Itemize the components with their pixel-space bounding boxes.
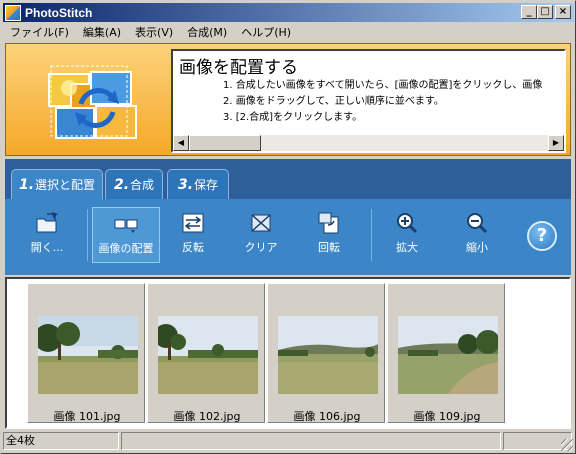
toolbar: 開く... 画像の配置 反転 クリア 回転 拡大 縮小 ? [5,199,571,275]
tool-label: 開く... [30,241,64,254]
app-icon [5,4,21,21]
arrange-images-button[interactable]: 画像の配置 [92,207,160,263]
menu-bar: ファイル(F) 編集(A) 表示(V) 合成(M) ヘルプ(H) [3,23,574,41]
instruction-title: 画像を配置する [179,58,298,78]
scroll-thumb[interactable] [189,135,261,151]
scroll-left-button[interactable]: ◀ [173,135,189,151]
photo-thumbnail [398,316,498,394]
photo-thumbnail [158,316,258,394]
tool-label: クリア [244,241,278,254]
title-bar[interactable]: PhotoStitch _ □ × [3,3,574,22]
status-pane [121,432,501,450]
status-bar: 全4枚 [3,432,574,452]
minimize-button[interactable]: _ [521,5,537,19]
stitch-logo-icon [48,65,137,139]
thumbnail-item[interactable]: 画像 106.jpg [267,283,385,423]
zoom-in-icon [397,213,418,234]
thumbnail-item[interactable]: 画像 102.jpg [147,283,265,423]
zoom-out-button[interactable]: 縮小 [447,207,507,263]
help-button[interactable]: ? [527,221,557,251]
scroll-right-button[interactable]: ▶ [548,135,564,151]
tab-label: 保存 [194,178,219,192]
open-button[interactable]: 開く... [17,207,77,263]
close-button[interactable]: × [555,5,571,19]
thumbnail-filename: 画像 102.jpg [173,410,241,423]
menu-stitch[interactable]: 合成(M) [180,24,234,40]
window-title: PhotoStitch [25,5,93,20]
image-count-status: 全4枚 [3,432,119,450]
clear-button[interactable]: クリア [231,207,291,263]
tab-number: 1. [18,176,35,193]
tab-stitch[interactable]: 2. 合成 [105,169,163,199]
zoom-out-icon [467,213,488,234]
instruction-panel: 画像を配置する 1. 合成したい画像をすべて開いたら、[画像の配置]をクリックし… [171,49,566,153]
scroll-track[interactable] [189,135,548,151]
maximize-button[interactable]: □ [537,5,553,19]
thumbnail-filename: 画像 101.jpg [53,410,121,423]
photostitch-window: PhotoStitch _ □ × ファイル(F) 編集(A) 表示(V) 合成… [0,0,576,454]
instruction-banner: 画像を配置する 1. 合成したい画像をすべて開いたら、[画像の配置]をクリックし… [5,43,571,156]
tool-label: 画像の配置 [98,242,154,255]
thumbnail-item[interactable]: 画像 109.jpg [387,283,505,423]
tool-label: 拡大 [396,241,418,254]
instruction-scrollbar[interactable]: ◀ ▶ [173,135,564,151]
menu-help[interactable]: ヘルプ(H) [234,24,298,40]
thumbnail-filename: 画像 106.jpg [293,410,361,423]
tab-save[interactable]: 3. 保存 [167,169,229,199]
menu-file[interactable]: ファイル(F) [3,24,76,40]
step-tabs: 1. 選択と配置 2. 合成 3. 保存 [5,159,571,199]
thumbnail-area[interactable]: 画像 101.jpg 画像 102.jpg 画像 106.jpg 画像 109.… [5,277,571,429]
instruction-step-1: 1. 合成したい画像をすべて開いたら、[画像の配置]をクリックし、画像 [223,80,543,91]
open-folder-icon [36,212,58,233]
flip-icon [182,213,204,233]
arrange-images-icon [114,219,138,233]
resize-grip[interactable] [561,439,573,451]
menu-view[interactable]: 表示(V) [128,24,180,40]
instruction-step-3: 3. [2.合成]をクリックします。 [223,112,363,123]
toolbar-separator [371,209,372,261]
tool-label: 回転 [318,241,340,254]
flip-button[interactable]: 反転 [163,207,223,263]
tab-label: 合成 [130,178,155,192]
tool-label: 反転 [182,241,204,254]
tab-select-arrange[interactable]: 1. 選択と配置 [11,169,103,199]
thumbnail-filename: 画像 109.jpg [413,410,481,423]
photo-thumbnail [38,316,138,394]
photo-thumbnail [278,316,378,394]
thumbnail-item[interactable]: 画像 101.jpg [27,283,145,423]
tool-label: 縮小 [466,241,488,254]
zoom-in-button[interactable]: 拡大 [377,207,437,263]
tab-label: 選択と配置 [35,178,96,192]
clear-icon [251,214,271,232]
rotate-icon [318,212,339,234]
tab-number: 3. [177,176,194,193]
rotate-button[interactable]: 回転 [299,207,359,263]
tab-number: 2. [113,176,130,193]
toolbar-separator [87,209,88,261]
menu-edit[interactable]: 編集(A) [76,24,128,40]
instruction-step-2: 2. 画像をドラッグして、正しい順序に並べます。 [223,96,444,107]
